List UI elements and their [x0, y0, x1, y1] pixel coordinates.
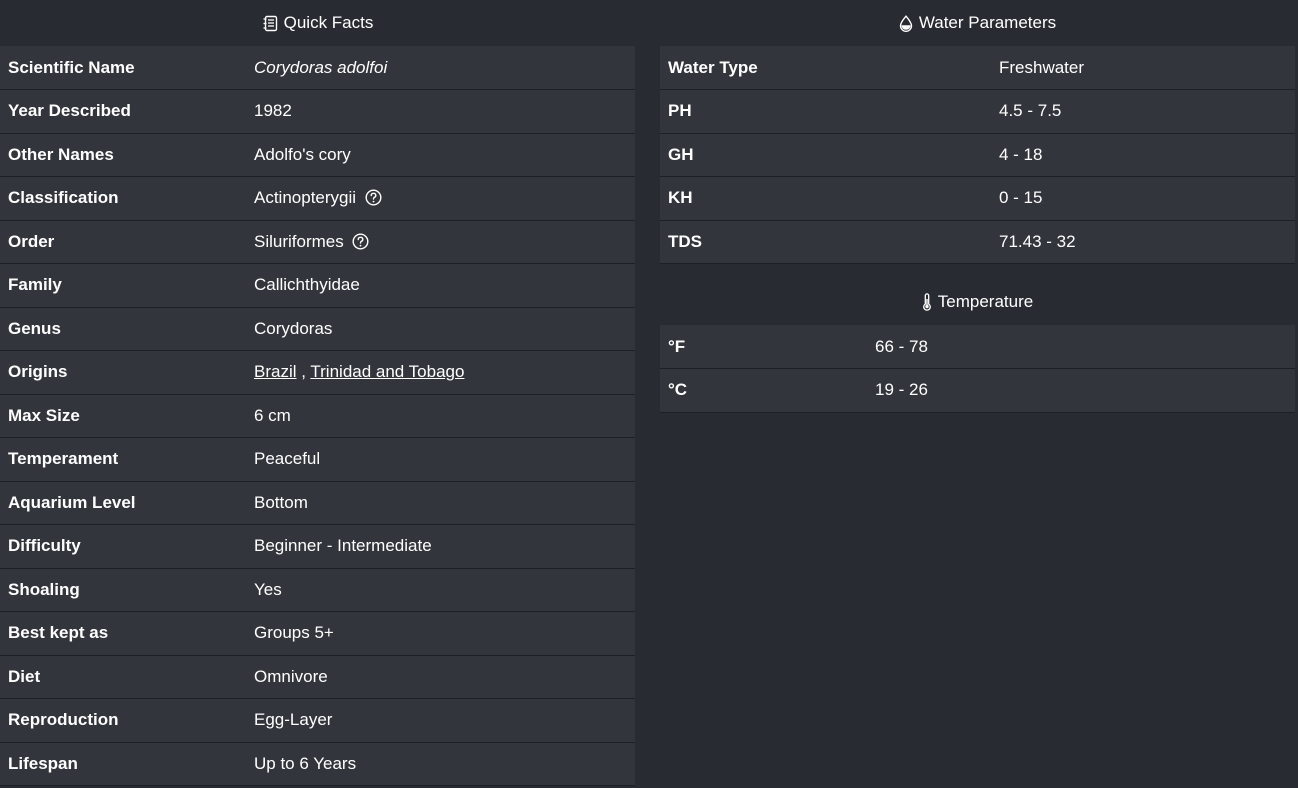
row-value: Up to 6 Years — [246, 741, 635, 786]
row-label: Diet — [0, 654, 246, 699]
row-label: °F — [668, 336, 686, 356]
row-label: Lifespan — [0, 741, 246, 786]
table-row: Best kept as Groups 5+ — [0, 611, 635, 655]
row-label: Shoaling — [0, 567, 246, 612]
temperature-title: Temperature — [937, 292, 1034, 311]
row-value: 4.5 - 7.5 — [991, 89, 1295, 133]
journal-icon — [262, 15, 278, 32]
question-circle-icon[interactable] — [352, 233, 369, 250]
origin-link-brazil[interactable]: Brazil — [254, 362, 297, 381]
row-value: Freshwater — [999, 57, 1085, 77]
origins-cell: Brazil , Trinidad and Tobago — [246, 350, 635, 394]
row-value: Bottom — [246, 480, 635, 525]
row-label: Origins — [0, 350, 246, 394]
row-label: Genus — [0, 306, 246, 351]
table-row: Max Size 6 cm — [0, 393, 635, 438]
scientific-name-value: Corydoras adolfoi — [254, 57, 388, 77]
quick-facts-heading: Quick Facts — [0, 0, 635, 46]
row-label: Classification — [0, 176, 246, 220]
page: Quick Facts Scientific Name Corydoras ad… — [0, 0, 1298, 788]
row-value: Adolfo's cory — [246, 132, 635, 177]
table-row: Temperament Peaceful — [0, 437, 635, 481]
question-circle-icon[interactable] — [365, 189, 382, 206]
table-row: Order Siluriformes — [0, 219, 635, 264]
row-value: Callichthyidae — [246, 263, 635, 307]
row-value: 4 - 18 — [991, 132, 1295, 177]
table-row: °F 66 - 78 — [660, 325, 1295, 369]
classification-value: Actinopterygii — [254, 188, 357, 208]
row-value: Yes — [246, 567, 635, 612]
table-row: KH 0 - 15 — [660, 176, 1295, 220]
row-label: Scientific Name — [8, 57, 135, 77]
row-value: Omnivore — [246, 654, 635, 699]
row-value: 71.43 - 32 — [991, 219, 1295, 264]
row-value: 66 - 78 — [875, 336, 928, 356]
origin-separator: , — [296, 362, 311, 382]
quick-facts-panel: Quick Facts Scientific Name Corydoras ad… — [0, 0, 635, 786]
row-label: TDS — [660, 219, 991, 264]
table-row: PH 4.5 - 7.5 — [660, 89, 1295, 133]
row-label: Order — [0, 219, 246, 264]
row-label: Family — [0, 263, 246, 307]
table-row: Origins Brazil , Trinidad and Tobago — [0, 350, 635, 394]
row-value-cell: Actinopterygii — [246, 176, 635, 220]
table-row: Reproduction Egg-Layer — [0, 698, 635, 742]
row-label: Best kept as — [0, 611, 246, 655]
table-row: Aquarium Level Bottom — [0, 480, 635, 525]
row-label: KH — [660, 176, 991, 220]
row-value: Egg-Layer — [246, 698, 635, 742]
row-value: 0 - 15 — [991, 176, 1295, 220]
table-row: Water Type Freshwater — [660, 46, 1295, 90]
table-row: Shoaling Yes — [0, 567, 635, 612]
row-value: Groups 5+ — [246, 611, 635, 655]
table-row: Diet Omnivore — [0, 654, 635, 699]
row-value-cell: Siluriformes — [246, 219, 635, 264]
row-value: 1982 — [246, 89, 635, 133]
row-value: 6 cm — [246, 393, 635, 438]
row-label: Max Size — [0, 393, 246, 438]
table-row: Other Names Adolfo's cory — [0, 132, 635, 177]
row-label: Year Described — [0, 89, 246, 133]
table-row: °C 19 - 26 — [660, 368, 1295, 413]
row-label: Reproduction — [0, 698, 246, 742]
thermometer-icon — [922, 293, 932, 311]
quick-facts-table: Scientific Name Corydoras adolfoi Year D… — [0, 46, 635, 786]
origin-link-trinidad-and-tobago[interactable]: Trinidad and Tobago — [310, 362, 464, 381]
table-row: Difficulty Beginner - Intermediate — [0, 524, 635, 568]
water-parameters-title: Water Parameters — [918, 13, 1057, 32]
droplet-icon — [899, 14, 913, 32]
water-parameters-heading: Water Parameters — [660, 0, 1295, 46]
row-value: Corydoras — [246, 306, 635, 351]
row-label: Water Type — [668, 57, 758, 77]
table-row: TDS 71.43 - 32 — [660, 219, 1295, 264]
water-parameters-panel: Water Parameters Water Type Freshwater P… — [660, 0, 1295, 413]
table-row: Genus Corydoras — [0, 306, 635, 351]
row-value: 19 - 26 — [867, 368, 1295, 413]
row-value: Beginner - Intermediate — [246, 524, 635, 568]
order-value: Siluriformes — [254, 231, 344, 251]
quick-facts-title: Quick Facts — [283, 13, 374, 32]
table-row: GH 4 - 18 — [660, 132, 1295, 177]
row-label: GH — [660, 132, 991, 177]
table-row: Lifespan Up to 6 Years — [0, 741, 635, 786]
table-row: Scientific Name Corydoras adolfoi — [0, 46, 635, 90]
row-label: Other Names — [0, 132, 246, 177]
table-row: Classification Actinopterygii — [0, 176, 635, 220]
table-row: Family Callichthyidae — [0, 263, 635, 307]
temperature-table: °F 66 - 78 °C 19 - 26 — [660, 325, 1295, 413]
row-label: Temperament — [0, 437, 246, 481]
water-parameters-table: Water Type Freshwater PH 4.5 - 7.5 GH 4 … — [660, 46, 1295, 264]
row-label: PH — [660, 89, 991, 133]
temperature-heading: Temperature — [660, 279, 1295, 325]
table-row: Year Described 1982 — [0, 89, 635, 133]
row-label: Aquarium Level — [0, 480, 246, 525]
row-value: Peaceful — [246, 437, 635, 481]
row-label: °C — [660, 368, 867, 413]
row-label: Difficulty — [0, 524, 246, 568]
